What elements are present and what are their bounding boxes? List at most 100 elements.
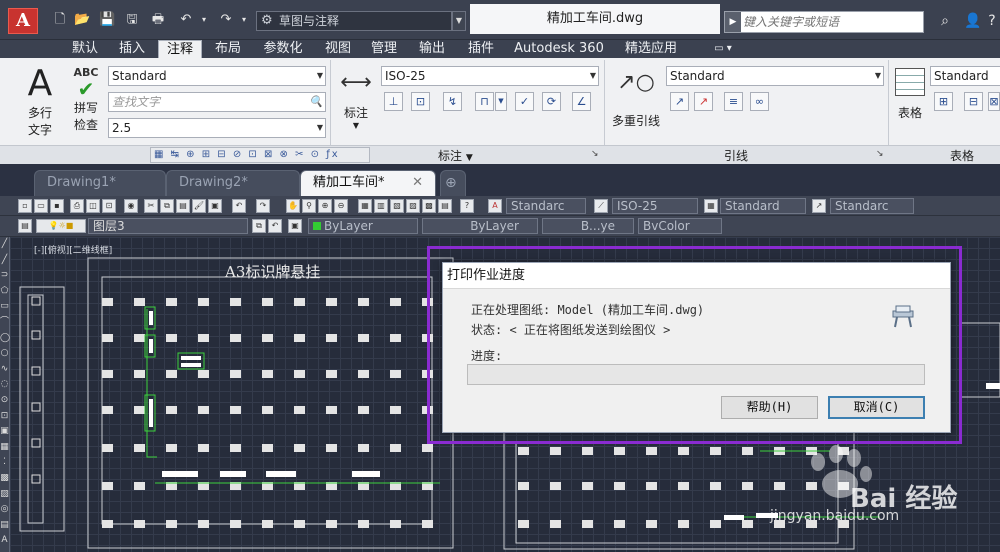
tab-output[interactable]: 输出 — [412, 40, 452, 58]
remove-leader-icon[interactable]: ↗ — [694, 92, 713, 111]
dim-continue-icon[interactable]: ⊓ — [475, 92, 494, 111]
table-style-combo[interactable]: Standard — [930, 66, 1000, 86]
dim-style-combo[interactable]: ISO-25 ▼ — [381, 66, 599, 86]
dim-inspect-icon[interactable]: ⊡ — [411, 92, 430, 111]
dim-reassociate-icon[interactable]: ⟳ — [542, 92, 561, 111]
text-style-icon[interactable]: A — [488, 199, 502, 213]
lineweight-combo[interactable]: B...ye — [542, 218, 634, 234]
tab-annotate[interactable]: 注释 — [158, 40, 202, 58]
color-combo[interactable]: ByLayer — [308, 218, 418, 234]
tab-featured-apps[interactable]: 精选应用 — [618, 40, 684, 58]
tab-insert[interactable]: 插入 — [112, 40, 152, 58]
text-style-combo[interactable]: Standard ▼ — [108, 66, 326, 86]
open-file-icon[interactable]: ▭ — [34, 199, 48, 213]
link-data-icon[interactable]: ⊟ — [964, 92, 983, 111]
text-tools-strip[interactable]: ▦ ↹ ⊕ ⊞ ⊟ ⊘ ⊡ ⊠ ⊗ ✂ ⊙ ƒx — [150, 147, 370, 163]
workspace-dropdown-icon[interactable]: ▼ — [452, 11, 466, 31]
preview-icon[interactable]: ◫ — [86, 199, 100, 213]
leader-settings-icon[interactable]: ↘ — [876, 149, 884, 159]
ribbon-minimize-icon[interactable]: ▭ ▾ — [706, 40, 740, 58]
dim-panel-footer[interactable]: 标注 ▼ — [438, 147, 473, 164]
tab-plugins[interactable]: 插件 — [460, 40, 502, 58]
tool-palettes-icon[interactable]: ▧ — [390, 199, 404, 213]
dim-update-icon[interactable]: ✓ — [515, 92, 534, 111]
help-icon[interactable]: ? — [984, 11, 1000, 31]
tab-default[interactable]: 默认 — [64, 40, 106, 58]
viewport-label[interactable]: [-][俯视][二维线框] — [34, 243, 112, 256]
layer-state-icons[interactable]: 💡☼■ — [36, 219, 86, 233]
help-icon[interactable]: ? — [460, 199, 474, 213]
user-icon[interactable]: 👤 — [962, 11, 984, 31]
markup-icon[interactable]: ▩ — [422, 199, 436, 213]
toolbar-table-style-combo[interactable]: Standard — [720, 198, 806, 214]
dim-break-icon[interactable]: ⊥ — [384, 92, 403, 111]
chevron-down-icon[interactable]: ▼ — [495, 92, 507, 111]
plotstyle-combo[interactable]: BvColor — [638, 218, 722, 234]
add-leader-icon[interactable]: ↗ — [670, 92, 689, 111]
redo-icon[interactable]: ↷ — [218, 12, 234, 28]
save-icon[interactable]: 💾 — [99, 12, 115, 28]
collect-leader-icon[interactable]: ∞ — [750, 92, 769, 111]
zoom-previous-icon[interactable]: ⊖ — [334, 199, 348, 213]
print-icon[interactable]: ⎙ — [70, 199, 84, 213]
linetype-combo[interactable]: ByLayer — [422, 218, 538, 234]
draw-tool-icons[interactable]: ╱ ╱ ⊃ ⬠ ▭ ⌒ ◯ ○ ∿ ◌ ⊙ ⊡ ▣ ▦ ⁚ ▩ ▨ ◎ ▤ A — [0, 237, 10, 549]
publish-icon[interactable]: ⊡ — [102, 199, 116, 213]
undo-icon[interactable]: ↶ — [232, 199, 246, 213]
dim-style-icon[interactable]: ⟋ — [594, 199, 608, 213]
download-data-icon[interactable]: ⊠ — [988, 92, 1000, 111]
leader-style-combo[interactable]: Standard ▼ — [666, 66, 884, 86]
open-file-icon[interactable]: 📂 — [74, 12, 90, 28]
extract-data-icon[interactable]: ⊞ — [934, 92, 953, 111]
layer-combo[interactable]: 图层3 — [88, 218, 248, 234]
binoculars-icon[interactable]: ⌕ — [934, 11, 956, 31]
layer-manager-icon[interactable]: ▤ — [18, 219, 32, 233]
zoom-realtime-icon[interactable]: ⚲ — [302, 199, 316, 213]
tab-autodesk-360[interactable]: Autodesk 360 — [510, 40, 608, 58]
layer-previous-icon[interactable]: ↶ — [268, 219, 282, 233]
block-editor-icon[interactable]: ▣ — [208, 199, 222, 213]
tab-view[interactable]: 视图 — [318, 40, 358, 58]
toolbar-mleader-style-combo[interactable]: Standarc — [830, 198, 914, 214]
doc-tab-active[interactable]: 精加工车间* ✕ — [300, 170, 436, 196]
workspace-selector[interactable]: ⚙ 草图与注释 — [256, 11, 452, 31]
paste-icon[interactable]: ▤ — [176, 199, 190, 213]
tab-manage[interactable]: 管理 — [364, 40, 404, 58]
doc-tab-drawing1[interactable]: Drawing1* — [34, 170, 166, 196]
align-leader-icon[interactable]: ≡ — [724, 92, 743, 111]
table-style-icon[interactable]: ▦ — [704, 199, 718, 213]
mleader-style-icon[interactable]: ↗ — [812, 199, 826, 213]
find-text-field[interactable]: 查找文字 🔍 — [108, 92, 326, 112]
toolbar-text-style-combo[interactable]: Standarc — [506, 198, 586, 214]
cancel-button[interactable]: 取消(C) — [828, 396, 925, 419]
save-as-icon[interactable]: 🖫 — [124, 12, 140, 28]
match-properties-icon[interactable]: 🖌 — [192, 199, 206, 213]
table-button[interactable]: 表格 — [892, 68, 928, 121]
layer-tool-icon[interactable]: ▣ — [288, 219, 302, 233]
search-input[interactable] — [743, 13, 919, 31]
undo-icon[interactable]: ↶ — [178, 12, 194, 28]
design-center-icon[interactable]: ▥ — [374, 199, 388, 213]
cut-icon[interactable]: ✂ — [144, 199, 158, 213]
properties-icon[interactable]: ▦ — [358, 199, 372, 213]
zoom-window-icon[interactable]: ⊕ — [318, 199, 332, 213]
find-replace-icon[interactable]: 🔍 — [309, 93, 323, 111]
redo-dropdown-icon[interactable]: ▾ — [236, 12, 252, 28]
dimension-button[interactable]: ⟷ 标注 ▼ — [336, 68, 376, 130]
redo-icon[interactable]: ↷ — [256, 199, 270, 213]
tab-parametric[interactable]: 参数化 — [255, 40, 311, 58]
spell-check-button[interactable]: ABC ✔ 拼写 检查 — [64, 66, 108, 133]
multiline-text-button[interactable]: A 多行 文字 — [20, 64, 60, 138]
pan-icon[interactable]: ✋ — [286, 199, 300, 213]
search-box[interactable]: ▶ — [724, 11, 924, 33]
3d-dwf-icon[interactable]: ◉ — [124, 199, 138, 213]
app-logo-button[interactable]: A — [8, 8, 38, 34]
search-expand-icon[interactable]: ▶ — [725, 12, 741, 32]
dim-oblique-icon[interactable]: ∠ — [572, 92, 591, 111]
make-current-layer-icon[interactable]: ⧉ — [252, 219, 266, 233]
copy-icon[interactable]: ⧉ — [160, 199, 174, 213]
tab-layout[interactable]: 布局 — [208, 40, 248, 58]
undo-dropdown-icon[interactable]: ▾ — [196, 12, 212, 28]
dim-settings-icon[interactable]: ↘ — [591, 149, 599, 159]
save-icon[interactable]: ▪ — [50, 199, 64, 213]
